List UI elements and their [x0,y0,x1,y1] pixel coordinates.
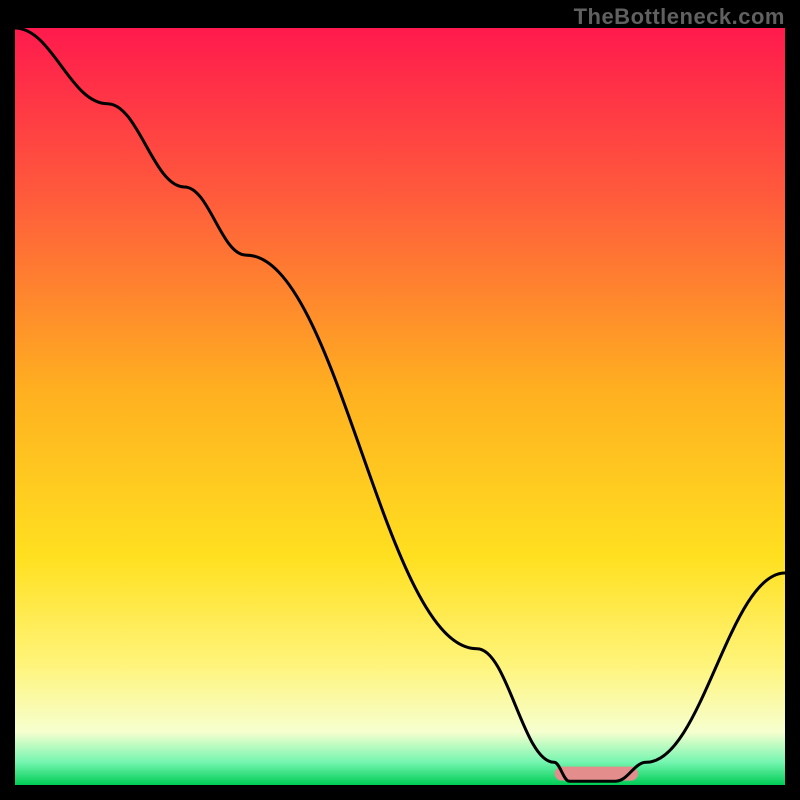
bottleneck-chart [15,28,785,785]
attribution-text: TheBottleneck.com [574,4,785,30]
chart-background [15,28,785,785]
chart-frame [15,28,785,785]
